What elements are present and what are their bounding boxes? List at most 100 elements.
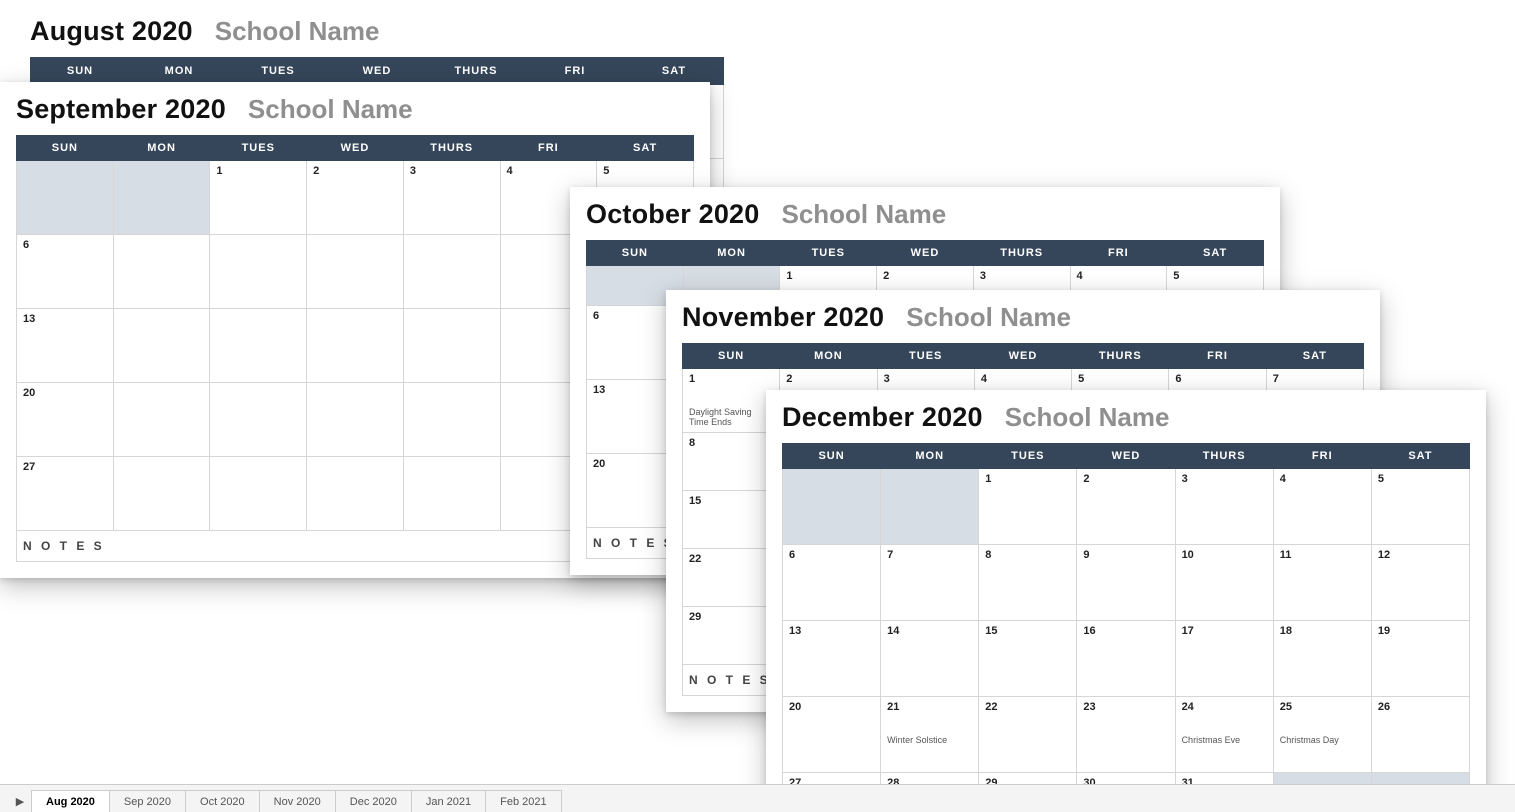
event-label: Christmas Eve xyxy=(1182,735,1267,745)
calendar-cell[interactable]: 1 xyxy=(210,161,307,235)
day-header: THURS xyxy=(427,58,526,85)
calendar-cell[interactable]: 4 xyxy=(1273,469,1371,545)
calendar-cell[interactable] xyxy=(113,383,210,457)
school-name: School Name xyxy=(248,94,413,125)
calendar-cell[interactable]: 6 xyxy=(17,235,114,309)
calendar-cell[interactable]: 2 xyxy=(307,161,404,235)
calendar-cell[interactable] xyxy=(210,383,307,457)
event-label: Winter Solstice xyxy=(887,735,972,745)
calendar-cell[interactable]: 5 xyxy=(1371,469,1469,545)
day-header: SUN xyxy=(17,136,114,161)
day-header: THURS xyxy=(403,136,500,161)
calendar-cell[interactable]: 23 xyxy=(1077,697,1175,773)
day-header: WED xyxy=(328,58,427,85)
month-title: December 2020 xyxy=(782,402,983,433)
calendar-cell[interactable]: 9 xyxy=(1077,545,1175,621)
calendar-cell[interactable] xyxy=(113,235,210,309)
school-name: School Name xyxy=(215,16,380,47)
event-label: Daylight Saving Time Ends xyxy=(689,407,773,428)
sheet-tab[interactable]: Feb 2021 xyxy=(485,790,561,812)
sheet-tab[interactable]: Oct 2020 xyxy=(185,790,260,812)
day-header: MON xyxy=(683,241,780,266)
calendar-cell[interactable]: 1 xyxy=(979,469,1077,545)
calendar-cell[interactable] xyxy=(17,161,114,235)
calendar-cell[interactable] xyxy=(210,235,307,309)
calendar-cell[interactable] xyxy=(210,457,307,531)
calendar-cell[interactable] xyxy=(403,235,500,309)
calendar-cell[interactable] xyxy=(783,469,881,545)
calendar-cell[interactable]: 2 xyxy=(1077,469,1175,545)
day-header: FRI xyxy=(1070,241,1167,266)
sheet-tab[interactable]: Aug 2020 xyxy=(31,790,110,812)
month-title: October 2020 xyxy=(586,199,759,230)
day-header: SAT xyxy=(597,136,694,161)
day-header: FRI xyxy=(1169,344,1266,369)
event-label: Christmas Day xyxy=(1280,735,1365,745)
sheet-nav-next-icon[interactable]: ▶ xyxy=(8,790,32,812)
month-title: September 2020 xyxy=(16,94,226,125)
calendar-cell[interactable] xyxy=(403,457,500,531)
day-header: SAT xyxy=(1266,344,1363,369)
calendar-cell[interactable]: 3 xyxy=(403,161,500,235)
day-header: SAT xyxy=(1371,444,1469,469)
sheet-tab[interactable]: Jan 2021 xyxy=(411,790,486,812)
calendar-cell[interactable] xyxy=(403,383,500,457)
calendar-cell[interactable]: 27 xyxy=(17,457,114,531)
calendar-cell[interactable]: 22 xyxy=(979,697,1077,773)
day-header: TUES xyxy=(210,136,307,161)
day-header: WED xyxy=(307,136,404,161)
day-header: MON xyxy=(113,136,210,161)
calendar-cell[interactable]: 17 xyxy=(1175,621,1273,697)
calendar-cell[interactable]: 19 xyxy=(1371,621,1469,697)
calendar-cell[interactable] xyxy=(307,309,404,383)
sheet-tab[interactable]: Dec 2020 xyxy=(335,790,412,812)
day-header: THURS xyxy=(973,241,1070,266)
calendar-cell[interactable] xyxy=(210,309,307,383)
calendar-cell[interactable] xyxy=(881,469,979,545)
sheet-tab[interactable]: Nov 2020 xyxy=(259,790,336,812)
calendar-cell[interactable] xyxy=(307,383,404,457)
calendar-cell[interactable]: 3 xyxy=(1175,469,1273,545)
calendar-cell[interactable]: 16 xyxy=(1077,621,1175,697)
calendar-cell[interactable]: 15 xyxy=(979,621,1077,697)
sheet-tab[interactable]: Sep 2020 xyxy=(109,790,186,812)
calendar-cell[interactable]: 11 xyxy=(1273,545,1371,621)
day-header: MON xyxy=(881,444,979,469)
day-header: FRI xyxy=(500,136,597,161)
calendar-cell[interactable]: 13 xyxy=(783,621,881,697)
calendar-grid-december: SUNMONTUESWEDTHURSFRISAT 123456789101112… xyxy=(782,443,1470,812)
day-header: TUES xyxy=(229,58,328,85)
day-header: SAT xyxy=(1167,241,1264,266)
day-header: WED xyxy=(877,241,974,266)
calendar-cell[interactable]: 14 xyxy=(881,621,979,697)
day-header: TUES xyxy=(877,344,974,369)
calendar-cell[interactable] xyxy=(307,235,404,309)
calendar-cell[interactable] xyxy=(307,457,404,531)
calendar-cell[interactable]: 7 xyxy=(881,545,979,621)
calendar-cell[interactable] xyxy=(403,309,500,383)
calendar-cell[interactable]: 20 xyxy=(783,697,881,773)
day-header: THURS xyxy=(1072,344,1169,369)
calendar-cell[interactable]: 6 xyxy=(783,545,881,621)
day-header: SUN xyxy=(783,444,881,469)
day-header: SUN xyxy=(587,241,684,266)
calendar-card-december: December 2020 School Name SUNMONTUESWEDT… xyxy=(766,390,1486,812)
calendar-cell[interactable]: 25Christmas Day xyxy=(1273,697,1371,773)
calendar-cell[interactable]: 18 xyxy=(1273,621,1371,697)
day-header: FRI xyxy=(526,58,625,85)
calendar-cell[interactable]: 8 xyxy=(979,545,1077,621)
school-name: School Name xyxy=(906,302,1071,333)
school-name: School Name xyxy=(781,199,946,230)
calendar-cell[interactable]: 10 xyxy=(1175,545,1273,621)
calendar-cell[interactable]: 21Winter Solstice xyxy=(881,697,979,773)
day-header: WED xyxy=(974,344,1071,369)
calendar-cell[interactable]: 20 xyxy=(17,383,114,457)
day-header: SAT xyxy=(625,58,724,85)
calendar-cell[interactable]: 26 xyxy=(1371,697,1469,773)
calendar-cell[interactable]: 13 xyxy=(17,309,114,383)
calendar-cell[interactable] xyxy=(113,309,210,383)
calendar-cell[interactable] xyxy=(113,161,210,235)
calendar-cell[interactable] xyxy=(113,457,210,531)
calendar-cell[interactable]: 24Christmas Eve xyxy=(1175,697,1273,773)
calendar-cell[interactable]: 12 xyxy=(1371,545,1469,621)
